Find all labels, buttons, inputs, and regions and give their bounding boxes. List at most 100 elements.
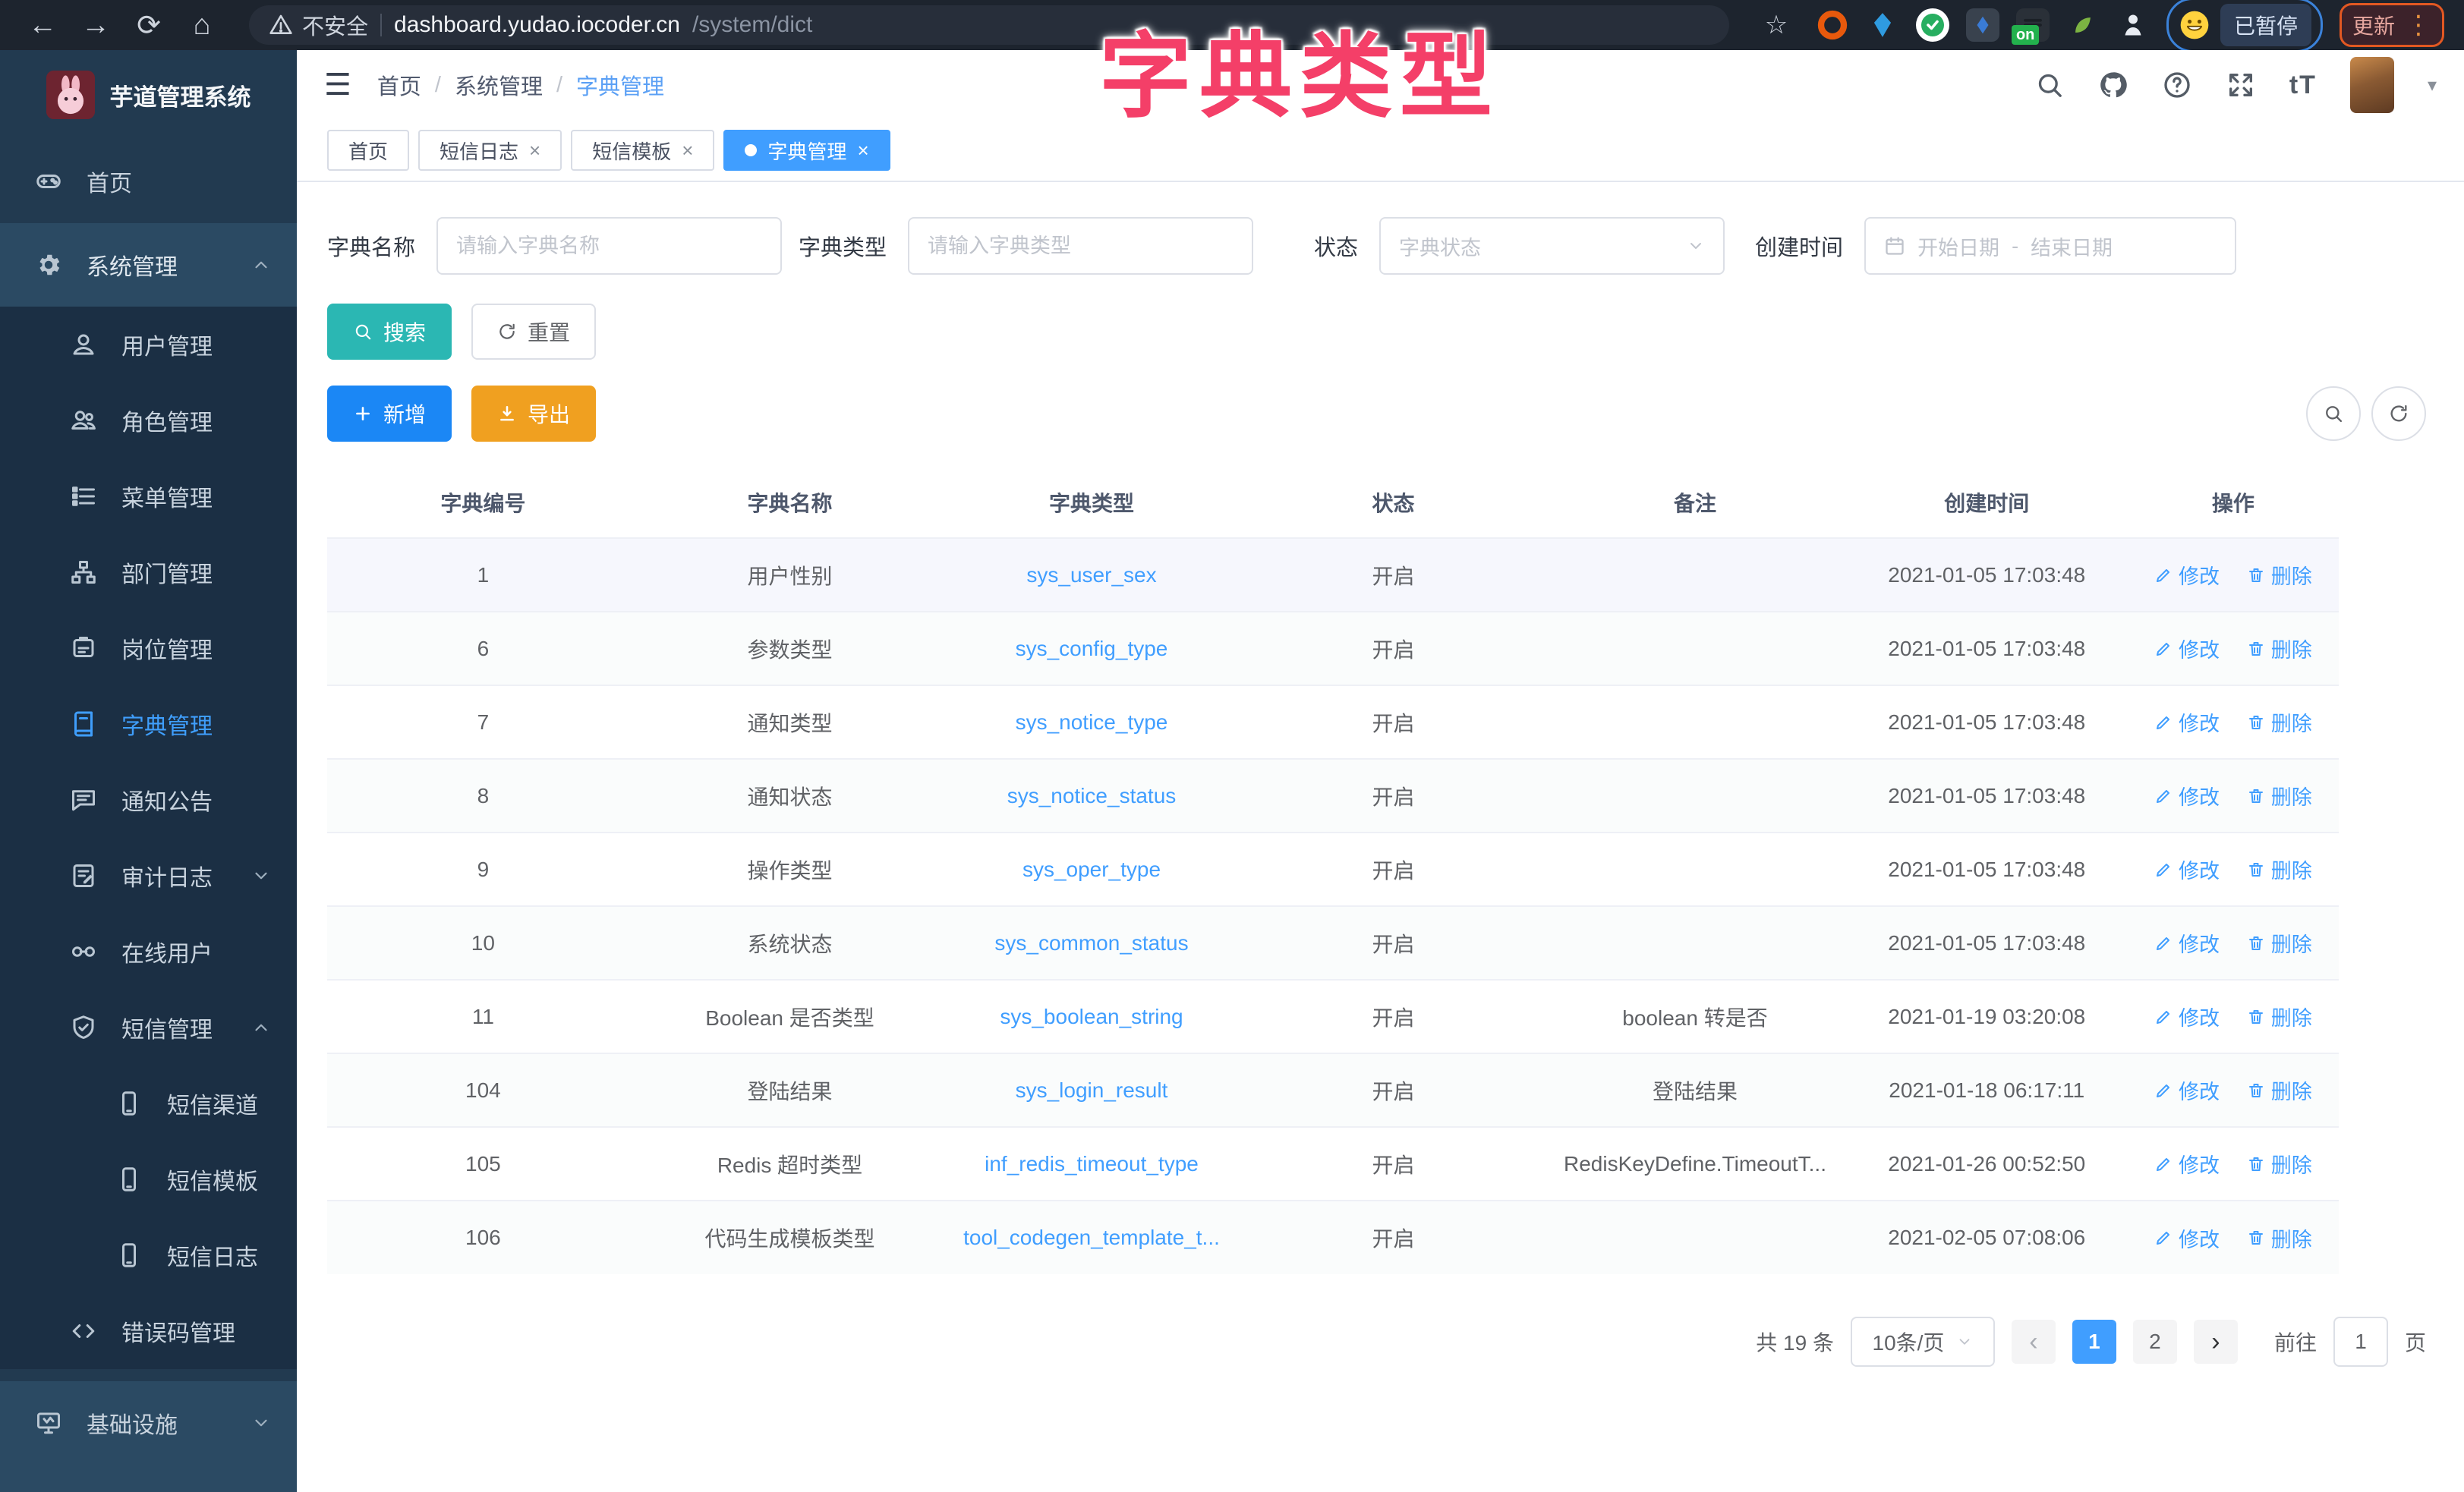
delete-link[interactable]: 删除 — [2247, 707, 2312, 737]
extension-icon-green-circle[interactable] — [1916, 8, 1949, 42]
extension-icon-white-figure[interactable] — [2116, 8, 2150, 42]
dict-type-link[interactable]: sys_oper_type — [1022, 858, 1161, 881]
refresh-table-button[interactable] — [2371, 386, 2426, 441]
audit-log-icon — [70, 862, 97, 889]
user-avatar[interactable] — [2350, 57, 2394, 113]
close-icon[interactable]: × — [857, 139, 868, 162]
extension-icon-green-leaf[interactable] — [2066, 8, 2100, 42]
edit-link[interactable]: 修改 — [2154, 560, 2220, 590]
edit-link[interactable]: 修改 — [2154, 634, 2220, 663]
edit-link[interactable]: 修改 — [2154, 855, 2220, 884]
close-icon[interactable]: × — [529, 139, 540, 162]
delete-link[interactable]: 删除 — [2247, 928, 2312, 958]
browser-back-button[interactable]: ← — [20, 5, 65, 45]
edit-link[interactable]: 修改 — [2154, 781, 2220, 811]
dict-type-link[interactable]: sys_boolean_string — [1000, 1005, 1183, 1028]
security-warning: 不安全 — [269, 9, 368, 41]
sidebar-item-dict[interactable]: 字典管理 — [0, 686, 297, 762]
breadcrumb-home[interactable]: 首页 — [377, 69, 421, 101]
browser-home-button[interactable]: ⌂ — [179, 5, 225, 45]
tab-dict[interactable]: 字典管理 × — [723, 130, 890, 171]
sidebar-item-sms-channel[interactable]: 短信渠道 — [0, 1065, 297, 1141]
next-page-button[interactable]: › — [2194, 1320, 2238, 1364]
extension-icon-orange[interactable] — [1816, 8, 1849, 42]
browser-forward-button[interactable]: → — [73, 5, 118, 45]
app-logo[interactable]: 芋道管理系统 — [0, 50, 297, 140]
edit-link[interactable]: 修改 — [2154, 1223, 2220, 1253]
dict-type-link[interactable]: sys_notice_type — [1016, 710, 1168, 734]
github-icon[interactable] — [2098, 70, 2128, 100]
status-select[interactable]: 字典状态 — [1379, 217, 1725, 275]
sidebar-item-roles[interactable]: 角色管理 — [0, 382, 297, 458]
add-button[interactable]: 新增 — [327, 386, 452, 442]
edit-link[interactable]: 修改 — [2154, 707, 2220, 737]
delete-link[interactable]: 删除 — [2247, 1149, 2312, 1179]
sidebar-item-infrastructure[interactable]: 基础设施 — [0, 1381, 297, 1465]
dict-name-input[interactable] — [456, 235, 762, 258]
sidebar-item-notices[interactable]: 通知公告 — [0, 762, 297, 838]
search-button[interactable]: 搜索 — [327, 304, 452, 360]
delete-link[interactable]: 删除 — [2247, 1075, 2312, 1105]
reset-button[interactable]: 重置 — [471, 304, 596, 360]
dict-type-link[interactable]: sys_login_result — [1016, 1078, 1168, 1102]
delete-link[interactable]: 删除 — [2247, 1002, 2312, 1031]
sidebar-item-sms[interactable]: 短信管理 — [0, 990, 297, 1065]
show-search-button[interactable] — [2306, 386, 2361, 441]
prev-page-button[interactable]: ‹ — [2012, 1320, 2056, 1364]
sidebar-item-sms-log[interactable]: 短信日志 — [0, 1217, 297, 1293]
dict-type-link[interactable]: sys_common_status — [994, 931, 1188, 955]
sidebar-item-users[interactable]: 用户管理 — [0, 307, 297, 382]
browser-update-chip[interactable]: 更新 ⋮ — [2340, 3, 2444, 47]
page-button-2[interactable]: 2 — [2133, 1320, 2177, 1364]
fullscreen-icon[interactable] — [2226, 70, 2256, 100]
dict-type-link[interactable]: sys_user_sex — [1026, 563, 1156, 587]
edit-link[interactable]: 修改 — [2154, 1075, 2220, 1105]
export-button[interactable]: 导出 — [471, 386, 596, 442]
sidebar-item-posts[interactable]: 岗位管理 — [0, 610, 297, 686]
tab-sms-template[interactable]: 短信模板 × — [571, 130, 714, 171]
extension-icon-blue-gem[interactable] — [1866, 8, 1899, 42]
page-size-select[interactable]: 10条/页 — [1851, 1317, 1995, 1367]
collapse-menu-icon[interactable]: ☰ — [324, 68, 351, 102]
delete-link[interactable]: 删除 — [2247, 855, 2312, 884]
page-button-1[interactable]: 1 — [2072, 1320, 2116, 1364]
date-range-picker[interactable]: 开始日期 - 结束日期 — [1864, 217, 2236, 275]
tab-home[interactable]: 首页 — [327, 130, 409, 171]
search-icon[interactable] — [2034, 70, 2065, 100]
sidebar-item-system[interactable]: 系统管理 — [0, 223, 297, 307]
delete-link[interactable]: 删除 — [2247, 781, 2312, 811]
help-icon[interactable] — [2162, 70, 2192, 100]
avatar-caret-icon[interactable]: ▾ — [2428, 74, 2437, 96]
address-bar[interactable]: 不安全 dashboard.yudao.iocoder.cn /system/d… — [249, 5, 1729, 45]
edit-link[interactable]: 修改 — [2154, 928, 2220, 958]
breadcrumb-system[interactable]: 系统管理 — [455, 69, 543, 101]
sidebar-item-audit-log[interactable]: 审计日志 — [0, 838, 297, 914]
delete-link[interactable]: 删除 — [2247, 1223, 2312, 1253]
sidebar-item-error-codes[interactable]: 错误码管理 — [0, 1293, 297, 1369]
delete-link[interactable]: 删除 — [2247, 560, 2312, 590]
sidebar-item-sms-template[interactable]: 短信模板 — [0, 1141, 297, 1217]
dict-type-link[interactable]: inf_redis_timeout_type — [985, 1152, 1199, 1176]
cell-remark: 登陆结果 — [1544, 1053, 1846, 1127]
extension-paused-chip[interactable]: 已暂停 — [2166, 0, 2323, 52]
extension-icon-blue-diamond[interactable] — [1966, 8, 1999, 42]
delete-link[interactable]: 删除 — [2247, 634, 2312, 663]
browser-menu-icon[interactable]: ⋮ — [2406, 10, 2431, 40]
extension-icon-dark-on[interactable]: on — [2016, 8, 2050, 42]
sidebar-item-menus[interactable]: 菜单管理 — [0, 458, 297, 534]
goto-page-input[interactable] — [2333, 1317, 2388, 1367]
browser-reload-button[interactable]: ⟳ — [126, 5, 172, 45]
edit-link[interactable]: 修改 — [2154, 1149, 2220, 1179]
dict-type-link[interactable]: tool_codegen_template_t... — [963, 1226, 1220, 1249]
edit-link[interactable]: 修改 — [2154, 1002, 2220, 1031]
sidebar-item-online-users[interactable]: 在线用户 — [0, 914, 297, 990]
tab-sms-log[interactable]: 短信日志 × — [418, 130, 562, 171]
sidebar-item-home[interactable]: 首页 — [0, 140, 297, 223]
dict-type-link[interactable]: sys_notice_status — [1007, 784, 1177, 807]
font-size-icon[interactable]: tT — [2289, 71, 2317, 100]
dict-type-input[interactable] — [928, 235, 1234, 258]
bookmark-star-icon[interactable]: ☆ — [1753, 5, 1799, 45]
sidebar-item-departments[interactable]: 部门管理 — [0, 534, 297, 610]
dict-type-link[interactable]: sys_config_type — [1016, 637, 1168, 660]
close-icon[interactable]: × — [682, 139, 693, 162]
